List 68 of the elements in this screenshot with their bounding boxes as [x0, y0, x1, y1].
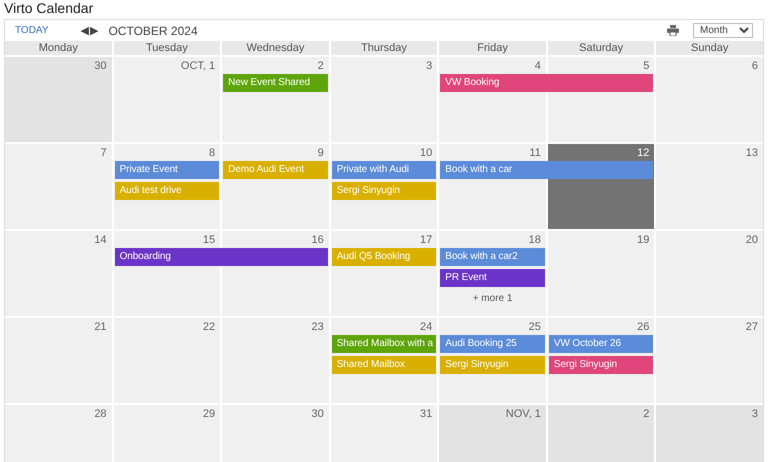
event-bar[interactable]: Shared Mailbox: [332, 356, 436, 374]
day-number: 8: [209, 146, 216, 161]
event-bar[interactable]: Private with Audi: [332, 161, 436, 179]
today-button[interactable]: TODAY: [15, 25, 49, 36]
previous-button[interactable]: ◀: [80, 25, 89, 36]
event-bar[interactable]: New Event Shared: [223, 74, 328, 92]
day-number: 5: [643, 59, 650, 74]
weekday-header: Thursday: [330, 41, 438, 55]
event-bar[interactable]: Sergi Sinyugin: [440, 356, 545, 374]
day-number: 9: [318, 146, 325, 161]
day-number: 4: [534, 59, 542, 74]
view-select[interactable]: Month: [693, 23, 753, 38]
month-title: OCTOBER 2024: [108, 24, 198, 38]
day-number: NOV, 1: [506, 407, 542, 422]
day-number: 17: [420, 233, 434, 248]
day-number: 23: [311, 320, 325, 335]
day-number: 13: [746, 146, 759, 161]
event-bar[interactable]: Private Event: [114, 161, 220, 179]
event-bar[interactable]: Onboarding: [114, 248, 328, 266]
next-button[interactable]: ▶: [90, 25, 98, 36]
day-number: 3: [426, 59, 434, 74]
event-bar[interactable]: Book with a car: [440, 161, 654, 179]
event-bar[interactable]: Book with a car2: [440, 248, 545, 266]
day-number: 27: [746, 320, 759, 335]
app-title: Virto Calendar: [4, 0, 94, 18]
event-bar[interactable]: Shared Mailbox with a: [332, 335, 436, 353]
day-number: 20: [746, 233, 759, 248]
day-number: 14: [94, 233, 108, 248]
weekday-header: Saturday: [548, 41, 654, 55]
day-number: 24: [420, 320, 434, 335]
day-number: 2: [643, 407, 650, 422]
day-number: 30: [311, 407, 325, 422]
event-bar[interactable]: PR Event: [440, 269, 545, 287]
event-bar[interactable]: Audi test drive: [114, 182, 220, 200]
day-number: 19: [637, 233, 650, 248]
more-link[interactable]: + more 1: [472, 290, 512, 306]
day-number: 21: [94, 320, 108, 335]
day-number: 12: [637, 146, 650, 161]
weekday-header: Sunday: [656, 41, 763, 55]
day-number: 15: [202, 233, 216, 248]
print-icon[interactable]: [667, 25, 679, 36]
event-bar[interactable]: Audi Booking 25: [440, 335, 545, 353]
day-number: 10: [420, 146, 434, 161]
day-number: 18: [528, 233, 542, 248]
day-number: 31: [420, 407, 434, 422]
day-number: 29: [202, 407, 216, 422]
weekday-header: Friday: [439, 41, 546, 55]
day-number: 16: [311, 233, 325, 248]
event-bar[interactable]: Sergi Sinyugin: [548, 356, 654, 374]
day-number: 26: [637, 320, 650, 335]
day-number: 6: [752, 59, 759, 74]
day-number: OCT, 1: [180, 59, 216, 74]
day-number: 22: [202, 320, 216, 335]
day-number: 11: [529, 146, 542, 161]
event-bar[interactable]: VW Booking: [440, 74, 654, 92]
day-number: 3: [752, 407, 759, 422]
day-number: 30: [94, 59, 108, 74]
event-bar[interactable]: VW October 26: [548, 335, 654, 353]
day-number: 28: [94, 407, 108, 422]
day-number: 7: [100, 146, 108, 161]
day-number: 2: [318, 59, 325, 74]
event-bar[interactable]: Sergi Sinyugin: [332, 182, 436, 200]
event-bar[interactable]: Audi Q5 Booking: [332, 248, 436, 266]
weekday-header: Wednesday: [222, 41, 329, 55]
event-bar[interactable]: Demo Audi Event: [223, 161, 328, 179]
weekday-header: Tuesday: [114, 41, 220, 55]
day-number: 25: [528, 320, 542, 335]
weekday-header: Monday: [5, 41, 112, 55]
